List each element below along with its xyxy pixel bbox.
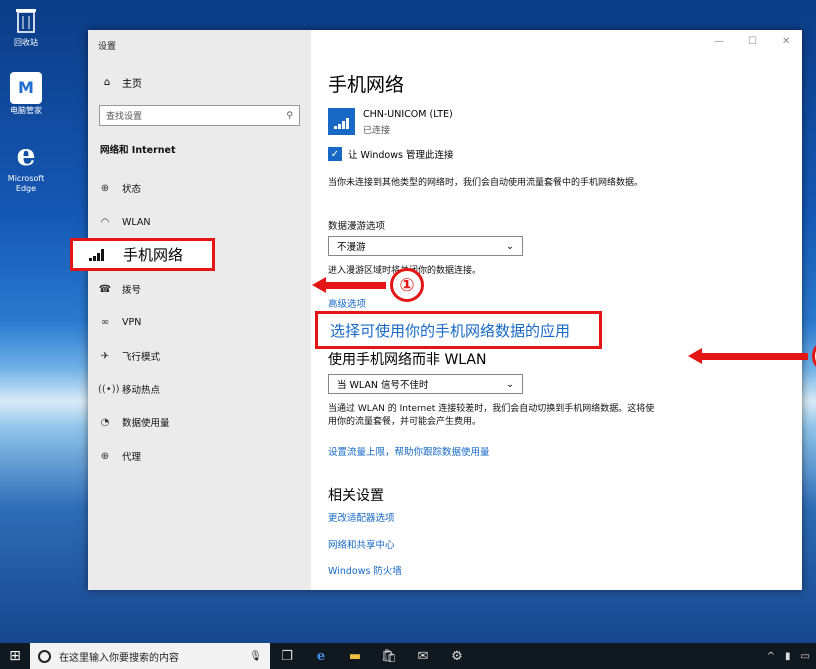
edge-label: Microsoft Edge	[7, 174, 45, 193]
arrow-shaft	[702, 352, 808, 360]
search-placeholder: 查找设置	[106, 112, 143, 122]
microphone-icon[interactable]: 🎙	[249, 651, 262, 662]
pc-manager-icon: M	[10, 72, 42, 104]
annotation-arrow-1: ①	[312, 268, 424, 302]
globe-icon: ⊕	[100, 450, 110, 462]
windows-logo-icon: ⊞	[9, 648, 21, 664]
roaming-value: 不漫游	[337, 242, 366, 253]
trash-icon	[10, 4, 42, 36]
sidebar-item-dialup[interactable]: ☎ 拨号	[88, 278, 311, 300]
sidebar-item-label: 手机网络	[123, 246, 184, 264]
store-icon[interactable]: 🛍	[372, 643, 406, 669]
settings-gear-icon[interactable]: ⚙	[440, 643, 474, 669]
home-icon: ⌂	[103, 77, 111, 88]
edge-shortcut[interactable]: e Microsoft Edge	[4, 140, 48, 194]
pc-manager-shortcut[interactable]: M 电脑管家	[4, 72, 48, 116]
sidebar-item-label: 代理	[122, 452, 142, 463]
sidebar-item-status[interactable]: ⊕ 状态	[88, 177, 311, 199]
choose-apps-link[interactable]: 选择可使用你的手机网络数据的应用	[315, 311, 602, 349]
section-title: 网络和 Internet	[100, 145, 176, 156]
arrow-head	[312, 277, 326, 293]
sidebar-item-airplane[interactable]: ✈ 飞行模式	[88, 345, 311, 367]
mail-icon[interactable]: ✉	[406, 643, 440, 669]
manage-connection-checkbox[interactable]: ✓ 让 Windows 管理此连接	[328, 147, 453, 161]
wlan-fallback-dropdown[interactable]: 当 WLAN 信号不佳时 ⌄	[328, 374, 523, 394]
network-status: 已连接	[363, 126, 391, 136]
task-view-icon[interactable]: ❐	[270, 643, 304, 669]
arrow-head	[688, 348, 702, 364]
cortana-icon	[38, 649, 51, 663]
sidebar-item-hotspot[interactable]: ((•)) 移动热点	[88, 378, 311, 400]
notification-icon[interactable]: ▭	[801, 651, 810, 662]
annotation-marker-2: ②	[812, 339, 816, 373]
file-explorer-icon[interactable]: ▬	[338, 643, 372, 669]
phone-icon: ☎	[98, 283, 112, 295]
main-content: 手机网络 CHN-UNICOM (LTE) 已连接 ✓ 让 Windows 管理…	[315, 30, 788, 590]
signal-bars-icon	[89, 248, 105, 261]
settings-window: 设置 ⌂ 主页 查找设置 ⚲ 网络和 Internet ⊕ 状态 ◠ WLAN …	[70, 30, 816, 590]
firewall-link[interactable]: Windows 防火墙	[328, 563, 402, 577]
wifi-icon: ◠	[100, 216, 110, 228]
checkmark-icon: ✓	[328, 147, 342, 161]
search-icon: ⚲	[286, 110, 293, 121]
data-limit-link[interactable]: 设置流量上限，帮助你跟踪数据使用量	[328, 444, 490, 458]
hotspot-icon: ((•))	[98, 383, 120, 395]
recycle-bin-label: 回收站	[14, 38, 38, 47]
chevron-down-icon: ⌄	[506, 378, 514, 390]
sidebar-item-label: 数据使用量	[122, 418, 170, 429]
adapter-options-link[interactable]: 更改适配器选项	[328, 510, 395, 524]
sidebar-item-data-usage[interactable]: ◔ 数据使用量	[88, 411, 311, 433]
roaming-label: 数据漫游选项	[328, 221, 386, 232]
sidebar-item-label: 飞行模式	[122, 352, 161, 363]
annotation-marker-1: ①	[390, 268, 424, 302]
sidebar-item-proxy[interactable]: ⊕ 代理	[88, 445, 311, 467]
network-name: CHN-UNICOM (LTE)	[363, 109, 453, 120]
sharing-center-link[interactable]: 网络和共享中心	[328, 537, 395, 551]
sidebar-item-cellular[interactable]: 手机网络	[70, 238, 215, 271]
cellular-network-icon	[328, 108, 355, 135]
sidebar-item-label: 拨号	[122, 285, 142, 296]
annotation-arrow-2: ②	[688, 339, 816, 373]
chevron-up-icon[interactable]: ^	[767, 651, 775, 662]
signal-tray-icon[interactable]: ▮	[785, 651, 791, 662]
checkbox-label: 让 Windows 管理此连接	[348, 150, 454, 161]
auto-use-description: 当你未连接到其他类型的网络时，我们会自动使用流量套餐中的手机网络数据。	[328, 178, 644, 188]
recycle-bin-icon[interactable]: 回收站	[4, 4, 48, 48]
wlan-fallback-value: 当 WLAN 信号不佳时	[337, 380, 429, 391]
data-usage-icon: ◔	[100, 416, 110, 428]
sidebar-item-vpn[interactable]: ∞ VPN	[88, 311, 311, 333]
taskbar-search-placeholder: 在这里输入你要搜索的内容	[59, 652, 179, 664]
roaming-dropdown[interactable]: 不漫游 ⌄	[328, 236, 523, 256]
edge-taskbar-icon[interactable]: e	[304, 643, 338, 669]
system-tray: ^ ▮ ▭	[757, 651, 816, 662]
edge-icon: e	[16, 138, 36, 173]
page-title: 手机网络	[328, 74, 405, 96]
airplane-icon: ✈	[100, 350, 110, 362]
related-settings-heading: 相关设置	[328, 488, 384, 504]
sidebar-item-wlan[interactable]: ◠ WLAN	[88, 211, 311, 233]
vpn-icon: ∞	[100, 316, 110, 328]
start-button[interactable]: ⊞	[0, 643, 30, 669]
wlan-switch-description: 当通过 WLAN 的 Internet 连接较差时，我们会自动切换到手机网络数据…	[328, 404, 655, 427]
sidebar: 设置 ⌂ 主页 查找设置 ⚲ 网络和 Internet ⊕ 状态 ◠ WLAN …	[88, 30, 311, 590]
home-label: 主页	[122, 79, 142, 90]
chevron-down-icon: ⌄	[506, 240, 514, 252]
sidebar-item-label: 移动热点	[122, 385, 161, 396]
use-cellular-heading: 使用手机网络而非 WLAN	[328, 352, 487, 368]
taskbar: ⊞ 在这里输入你要搜索的内容 🎙 ❐ e ▬ 🛍 ✉ ⚙ ^ ▮ ▭	[0, 643, 816, 669]
taskbar-search-input[interactable]: 在这里输入你要搜索的内容 🎙	[30, 643, 270, 669]
signal-bars-icon	[333, 117, 350, 129]
arrow-shaft	[326, 281, 386, 289]
window-title: 设置	[98, 42, 117, 52]
sidebar-home[interactable]: ⌂ 主页	[100, 75, 142, 90]
pc-manager-label: 电脑管家	[10, 106, 42, 115]
settings-search-input[interactable]: 查找设置 ⚲	[99, 105, 300, 126]
globe-status-icon: ⊕	[100, 182, 110, 194]
sidebar-item-label: WLAN	[122, 216, 151, 228]
sidebar-item-label: VPN	[122, 316, 142, 328]
sidebar-item-label: 状态	[122, 184, 142, 195]
